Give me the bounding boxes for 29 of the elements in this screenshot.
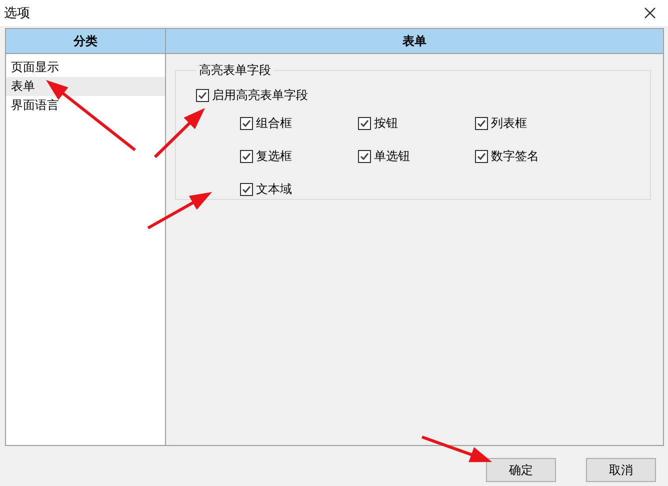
annotation-arrow (154, 108, 205, 158)
close-icon[interactable] (644, 7, 656, 19)
checkbox[interactable]: 单选钮 (358, 146, 475, 166)
checkbox-box[interactable] (240, 116, 253, 130)
checkbox-box[interactable] (358, 116, 371, 130)
checkbox[interactable]: 启用高亮表单字段 (196, 85, 640, 105)
dialog-button[interactable]: 取消 (586, 458, 656, 482)
checkbox[interactable]: 文本域 (240, 179, 358, 199)
checkbox-box[interactable] (475, 150, 488, 162)
checkbox[interactable]: 按钮 (358, 113, 475, 133)
column-header: 表单 (402, 32, 428, 50)
checkbox-box[interactable] (240, 150, 253, 162)
sidebar-item[interactable]: 表单 (6, 77, 165, 96)
checkbox[interactable]: 数字签名 (475, 146, 593, 166)
checkbox[interactable]: 组合框 (240, 113, 358, 133)
group-title: 高亮表单字段 (198, 62, 272, 79)
window-title: 选项 (4, 5, 30, 22)
checkbox[interactable]: 列表框 (475, 113, 593, 133)
checkbox[interactable]: 复选框 (240, 146, 358, 166)
sidebar-item[interactable]: 界面语言 (6, 96, 165, 115)
sidebar-item[interactable]: 页面显示 (6, 58, 165, 77)
checkbox-box[interactable] (475, 116, 488, 130)
annotation-arrow (422, 436, 492, 462)
checkbox-box[interactable] (196, 88, 209, 102)
dialog-button[interactable]: 确定 (486, 458, 556, 482)
column-header: 分类 (6, 29, 166, 53)
checkbox-box[interactable] (240, 182, 253, 196)
annotation-arrow (147, 192, 212, 230)
checkbox-box[interactable] (358, 150, 371, 162)
